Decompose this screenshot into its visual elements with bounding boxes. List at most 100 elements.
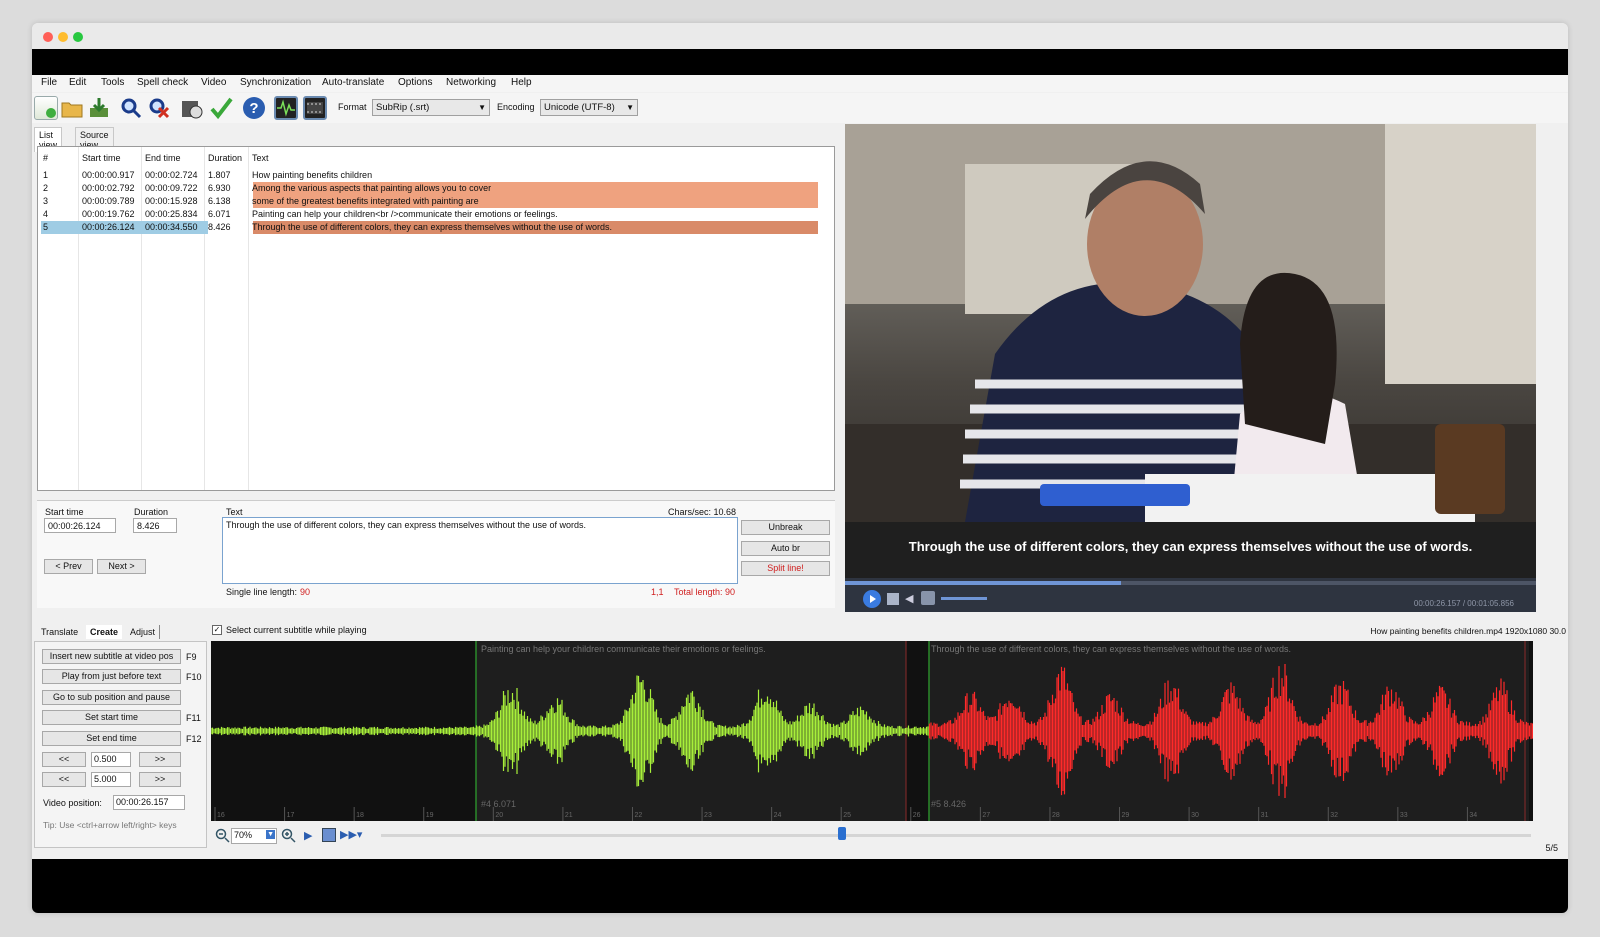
menu-spell-check[interactable]: Spell check [137,77,188,88]
open-icon[interactable] [60,96,84,120]
help-icon[interactable]: ? [242,96,266,120]
select-current-label: Select current subtitle while playing [226,625,367,635]
zoom-in-icon[interactable] [281,828,297,844]
svg-text:?: ? [249,100,258,117]
tip-text: Tip: Use <ctrl+arrow left/right> keys [43,820,177,830]
create-panel: Insert new subtitle at video pos F9 Play… [34,641,207,848]
visual-sync-icon[interactable] [180,96,204,120]
menu-options[interactable]: Options [398,77,432,88]
time-tick-label: 31 [1261,812,1269,819]
spell-check-icon[interactable] [209,96,233,120]
zoom-select[interactable]: 70% ▼ [231,828,277,844]
menu-auto-translate[interactable]: Auto-translate [322,77,384,88]
column-header-start[interactable]: Start time [82,153,121,163]
insert-subtitle-button[interactable]: Insert new subtitle at video pos [42,649,181,664]
duration-input[interactable]: 8.426 [133,518,177,533]
cell-start: 00:00:00.917 [82,170,135,180]
stop-icon[interactable] [887,593,899,605]
select-current-checkbox[interactable]: ✓ [212,625,222,635]
format-select[interactable]: SubRip (.srt) ▼ [372,99,490,116]
minimize-dot-icon[interactable] [58,32,68,42]
column-header-end[interactable]: End time [145,153,181,163]
video-player[interactable]: Through the use of different colors, the… [845,124,1536,612]
set-end-button[interactable]: Set end time [42,731,181,746]
start-time-input[interactable]: 00:00:26.124 [44,518,116,533]
menu-edit[interactable]: Edit [69,77,86,88]
menu-networking[interactable]: Networking [446,77,496,88]
forward-large-button[interactable]: >> [139,772,181,787]
segment-5-text: Through the use of different colors, the… [931,644,1292,654]
menu-synchronization[interactable]: Synchronization [240,77,311,88]
video-position-value: 00:00:26.157 [116,797,169,807]
time-tick-label: 24 [774,812,782,819]
next-button[interactable]: Next > [97,559,146,574]
app-window: File Edit Tools Spell check Video Synchr… [32,23,1568,913]
duration-value: 8.426 [137,521,160,531]
menu-video[interactable]: Video [201,77,226,88]
small-step-value: 0.500 [94,754,117,764]
unbreak-button[interactable]: Unbreak [741,520,830,535]
back-small-button[interactable]: << [42,752,86,767]
volume-slider[interactable] [941,597,987,600]
table-row[interactable]: 2 00:00:02.792 00:00:09.722 6.930 Among … [41,182,818,195]
chevron-down-icon: ▼ [626,103,634,112]
waveform-icon[interactable] [274,96,298,120]
find-icon[interactable] [119,96,143,120]
column-header-duration[interactable]: Duration [208,153,242,163]
set-start-button[interactable]: Set start time [42,710,181,725]
zoom-dot-icon[interactable] [73,32,83,42]
auto-br-button[interactable]: Auto br [741,541,830,556]
volume-icon[interactable]: ◀ [905,592,917,605]
fullscreen-icon[interactable] [921,591,935,605]
tab-translate[interactable]: Translate [37,625,82,639]
chevron-down-icon: ▼ [478,103,486,112]
insert-shortcut: F9 [186,652,197,662]
menu-bar: File Edit Tools Spell check Video Synchr… [32,75,1568,92]
small-step-input[interactable]: 0.500 [91,752,131,767]
video-position-input[interactable]: 00:00:26.157 [113,795,185,810]
grid-view-icon[interactable] [322,828,336,842]
column-header-number[interactable]: # [43,153,48,163]
save-icon[interactable] [87,96,111,120]
zoom-out-icon[interactable] [215,828,231,844]
split-line-button[interactable]: Split line! [741,561,830,576]
menu-tools[interactable]: Tools [101,77,124,88]
table-row[interactable]: 1 00:00:00.917 00:00:02.724 1.807 How pa… [41,169,818,182]
cell-number: 2 [43,183,49,193]
menu-help[interactable]: Help [511,77,532,88]
new-icon[interactable] [34,96,58,120]
waveform-position-thumb[interactable] [838,827,846,840]
video-seek-bar[interactable] [845,581,1536,585]
waveform-panel[interactable]: 16 17 18 19 20 21 22 23 24 25 26 27 28 29 30 31 32 33 34 P… [211,641,1533,821]
close-dot-icon[interactable] [43,32,53,42]
table-row[interactable]: 3 00:00:09.789 00:00:15.928 6.138 some o… [41,195,818,208]
cell-number: 5 [43,222,49,232]
chevron-down-icon: ▼ [266,830,275,839]
subtitle-text-area[interactable]: Through the use of different colors, the… [222,517,738,584]
forward-small-button[interactable]: >> [139,752,181,767]
column-header-text[interactable]: Text [252,153,269,163]
replace-icon[interactable] [147,96,171,120]
play-icon[interactable] [863,590,881,608]
cell-text: Among the various aspects that painting … [252,183,492,193]
fast-forward-icon[interactable]: ▶▶▾ [340,828,362,841]
tab-create[interactable]: Create [86,625,123,639]
waveform-position-slider[interactable] [381,834,1531,837]
encoding-select[interactable]: Unicode (UTF-8) ▼ [540,99,638,116]
play-before-button[interactable]: Play from just before text [42,669,181,684]
goto-sub-button[interactable]: Go to sub position and pause [42,690,181,705]
large-step-input[interactable]: 5.000 [91,772,131,787]
back-large-button[interactable]: << [42,772,86,787]
bottom-letterbox [32,858,1568,913]
video-icon[interactable] [303,96,327,120]
menu-file[interactable]: File [41,77,57,88]
play-waveform-icon[interactable]: ▶ [304,829,312,842]
prev-button[interactable]: < Prev [44,559,93,574]
cell-text: some of the greatest benefits integrated… [252,196,479,206]
cell-number: 4 [43,209,49,219]
tab-adjust[interactable]: Adjust [126,625,161,639]
subtitle-grid[interactable]: # Start time End time Duration Text 1 00… [37,146,835,491]
table-row-selected[interactable]: 5 00:00:26.124 00:00:34.550 8.426 Throug… [41,221,818,234]
cell-duration: 6.071 [208,209,231,219]
table-row[interactable]: 4 00:00:19.762 00:00:25.834 6.071 Painti… [41,208,818,221]
